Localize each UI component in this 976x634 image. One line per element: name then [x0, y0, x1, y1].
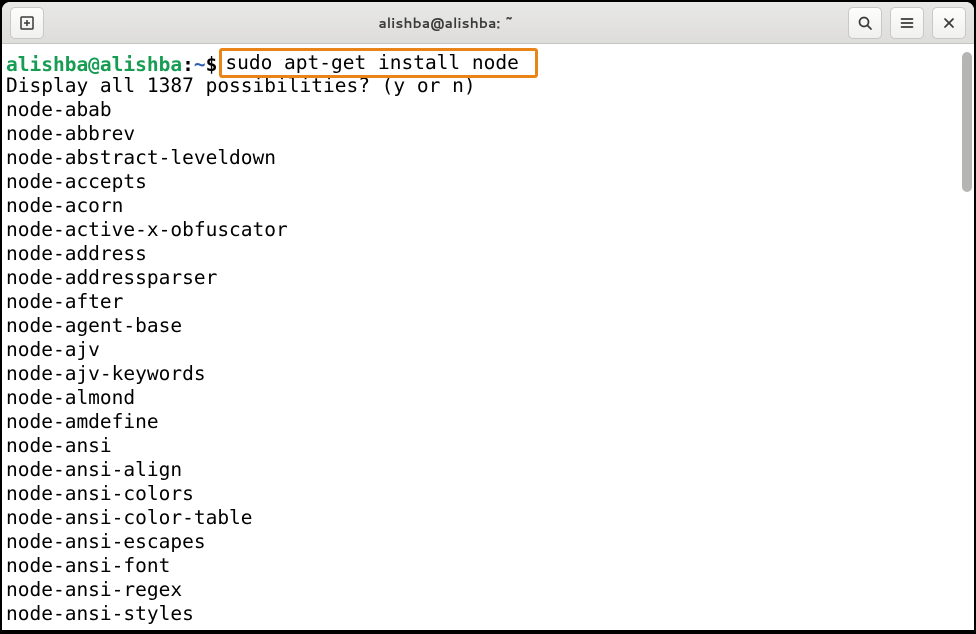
package-line: node-abab — [6, 98, 974, 122]
close-icon — [942, 16, 956, 30]
package-line: node-after — [6, 290, 974, 314]
package-line: node-ansi-regex — [6, 578, 974, 602]
package-line: node-ansi-styles — [6, 602, 974, 626]
command-text: sudo apt-get install node — [225, 51, 530, 74]
package-line: node-ansi-font — [6, 554, 974, 578]
terminal-output-area[interactable]: alishba@alishba:~$ sudo apt-get install … — [2, 44, 974, 630]
command-highlight-box: sudo apt-get install node — [219, 48, 537, 78]
hamburger-icon — [899, 15, 915, 31]
package-line: node-active-x-obfuscator — [6, 218, 974, 242]
package-line: node-ansi-colors — [6, 482, 974, 506]
package-line: node-address — [6, 242, 974, 266]
package-line: node-acorn — [6, 194, 974, 218]
window-title: alishba@alishba: ~ — [46, 13, 846, 33]
package-line: node-almond — [6, 386, 974, 410]
new-tab-button[interactable] — [10, 7, 44, 39]
package-line: node-agent-base — [6, 314, 974, 338]
close-button[interactable] — [932, 7, 966, 39]
package-line: node-abbrev — [6, 122, 974, 146]
package-line: node-amdefine — [6, 410, 974, 434]
prompt-line: alishba@alishba:~$ sudo apt-get install … — [6, 50, 974, 74]
package-line: node-ansi-color-table — [6, 506, 974, 530]
new-tab-icon — [19, 15, 35, 31]
search-button[interactable] — [848, 7, 882, 39]
menu-button[interactable] — [890, 7, 924, 39]
search-icon — [857, 15, 873, 31]
package-line: node-accepts — [6, 170, 974, 194]
package-line: node-ajv — [6, 338, 974, 362]
scrollbar-thumb[interactable] — [962, 52, 972, 192]
package-line: node-ansi — [6, 434, 974, 458]
package-line: node-ansi-align — [6, 458, 974, 482]
package-line: node-addressparser — [6, 266, 974, 290]
titlebar: alishba@alishba: ~ — [2, 2, 974, 44]
package-line: node-ansi-escapes — [6, 530, 974, 554]
package-line: node-ajv-keywords — [6, 362, 974, 386]
terminal-window: alishba@alishba: ~ — [2, 2, 974, 630]
package-line: node-abstract-leveldown — [6, 146, 974, 170]
package-list: node-ababnode-abbrevnode-abstract-leveld… — [6, 98, 974, 626]
titlebar-right-controls — [846, 7, 968, 39]
